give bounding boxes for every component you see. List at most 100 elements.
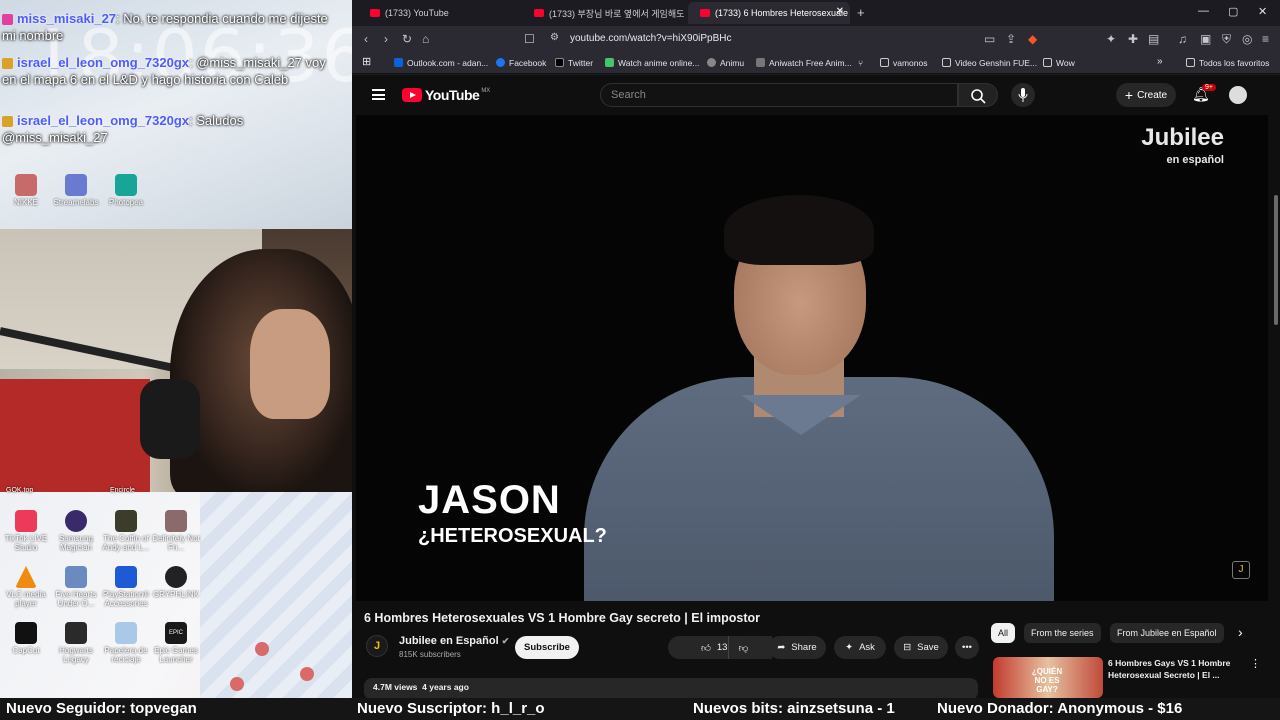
home-icon[interactable]: ⌂: [422, 32, 429, 46]
chip-all[interactable]: All: [991, 623, 1016, 643]
close-tab-icon[interactable]: ✕: [836, 6, 844, 17]
menu-icon[interactable]: ≡: [1262, 32, 1269, 46]
wallet-icon[interactable]: ▣: [1200, 32, 1211, 46]
search-icon: [971, 89, 986, 104]
browser-window: (1733) YouTube (1733) 부장님 바로 옆에서 게임해도 (1…: [352, 0, 1280, 698]
cast-icon[interactable]: ▭: [984, 32, 995, 46]
vpn-icon[interactable]: ⛨: [1222, 32, 1231, 47]
stream-overlay: 18:06:36 miss_misaki_27: No, te respondi…: [0, 0, 352, 698]
youtube-logo[interactable]: YouTube MX: [402, 87, 490, 103]
folder-icon: [942, 58, 951, 67]
apps-grid-icon[interactable]: ⊞: [362, 55, 371, 68]
sparkle-icon: ✦: [845, 642, 854, 653]
extension-icon[interactable]: ✦: [1106, 32, 1116, 46]
chip-from-series[interactable]: From the series: [1024, 623, 1101, 643]
ticker-follower: Nuevo Seguidor: topvegan: [6, 700, 197, 717]
maximize-button[interactable]: ▢: [1228, 5, 1238, 18]
bookmark-outlook[interactable]: Outlook.com - adan...: [394, 58, 488, 68]
desktop-icon-vlc[interactable]: VLC media player: [0, 566, 52, 608]
channel-avatar[interactable]: J: [366, 635, 388, 657]
scrollbar[interactable]: [1274, 195, 1278, 325]
bookmark-facebook[interactable]: Facebook: [496, 58, 546, 68]
create-button[interactable]: + Create: [1116, 83, 1176, 107]
hamburger-menu-icon[interactable]: [372, 89, 385, 100]
share-button[interactable]: ➦ Share: [768, 636, 826, 659]
ask-button[interactable]: ✦ Ask: [834, 636, 886, 659]
save-button[interactable]: ⊟ Save: [894, 636, 948, 659]
tab-korean-video[interactable]: (1733) 부장님 바로 옆에서 게임해도: [522, 2, 688, 24]
music-icon[interactable]: ♫: [1178, 32, 1187, 46]
sidebar-icon[interactable]: ▤: [1148, 32, 1159, 46]
alerts-ticker: Nuevo Seguidor: topvegan Nuevo Suscripto…: [0, 698, 1280, 720]
bookmark-animu[interactable]: Animu: [707, 58, 744, 68]
tab-youtube-home[interactable]: (1733) YouTube: [358, 2, 520, 24]
bookmark-folder-wow[interactable]: Wow: [1043, 58, 1075, 68]
chip-from-channel[interactable]: From Jubilee en Español: [1110, 623, 1224, 643]
search-button[interactable]: [958, 83, 998, 107]
bookmark-aniwatch[interactable]: Aniwatch Free Anim...: [756, 58, 852, 68]
recommended-title[interactable]: 6 Hombres Gays VS 1 Hombre Heterosexual …: [1108, 657, 1248, 681]
desktop-icon-tiktok-live[interactable]: TikTok LIVE Studio: [0, 510, 52, 552]
chevron-right-icon[interactable]: ›: [1238, 624, 1243, 640]
desktop-icon-capcut[interactable]: CapCut: [0, 622, 52, 655]
bookmark-twitter[interactable]: Twitter: [555, 58, 593, 68]
more-actions-button[interactable]: •••: [955, 636, 979, 659]
channel-branding-icon[interactable]: J: [1232, 561, 1250, 579]
account-avatar[interactable]: [1229, 86, 1247, 104]
outlook-icon: [394, 58, 403, 67]
bookmark-icon[interactable]: ☐: [524, 32, 535, 46]
back-icon[interactable]: ‹: [364, 32, 368, 46]
webcam-feed: [0, 229, 352, 492]
voice-search-button[interactable]: [1011, 83, 1035, 107]
reload-icon[interactable]: ↻: [402, 32, 412, 46]
bookmark-all-favorites[interactable]: Todos los favoritos: [1186, 58, 1269, 68]
tab-current-video[interactable]: (1733) 6 Hombres Heterosexuale ✕: [688, 2, 850, 24]
navigation-toolbar: ‹ › ↻ ⌂ ☐ ⚙ youtube.com/watch?v=hiX90iPp…: [352, 26, 1280, 52]
minimize-button[interactable]: —: [1198, 5, 1209, 17]
bookmark-folder-genshin[interactable]: Video Genshin FUE...: [942, 58, 1037, 68]
desktop-icon-five-hearts[interactable]: Five Hearts Under O...: [50, 566, 102, 608]
puzzle-icon[interactable]: ✚: [1128, 32, 1138, 46]
close-window-button[interactable]: ✕: [1258, 5, 1267, 18]
desktop-icon-recycle-bin[interactable]: Papelera de reciclaje: [100, 622, 152, 664]
desktop-icon-playstation[interactable]: PlayStation® Accessories: [100, 566, 152, 608]
folder-icon: [880, 58, 889, 67]
bookmark-watch-anime[interactable]: Watch anime online...: [605, 58, 699, 68]
search-input[interactable]: Search: [600, 83, 958, 107]
channel-name[interactable]: Jubilee en Español ✔: [399, 635, 509, 647]
channel-watermark: Jubilee en español: [1141, 124, 1224, 167]
site-info-icon[interactable]: ⚙: [550, 32, 559, 43]
ticker-donation: Nuevo Donador: Anonymous - $16: [937, 700, 1183, 717]
subscribe-button[interactable]: Subscribe: [515, 636, 579, 659]
desktop-icon-samsung-magician[interactable]: Samsung Magician: [50, 510, 102, 552]
address-bar[interactable]: youtube.com/watch?v=hiX90iPpBHc: [570, 33, 731, 44]
desktop-icon-gryphlink[interactable]: GRYPHLINK: [150, 566, 202, 599]
more-vertical-icon[interactable]: ⋮: [1250, 657, 1261, 670]
epic-games-icon: EPIC: [165, 622, 187, 644]
desktop-icon-photopea[interactable]: Photopea: [100, 174, 152, 207]
desktop-icon-coffin[interactable]: The Coffin of Andy and L...: [100, 510, 152, 552]
desktop-icon-epic-games[interactable]: EPIC Epic Games Launcher: [150, 622, 202, 664]
hogwarts-icon: [65, 622, 87, 644]
brave-shield-icon[interactable]: ◆: [1028, 32, 1037, 46]
desktop-icon-definitely[interactable]: Definitely Not Fri...: [150, 510, 202, 552]
desktop-icon-streamelabs[interactable]: Streamelabs: [50, 174, 102, 207]
leo-icon[interactable]: ◎: [1242, 32, 1252, 46]
share-icon[interactable]: ⇪: [1006, 32, 1016, 46]
desktop-icon-nikke[interactable]: NIKKE: [0, 174, 52, 207]
desktop-icon-hogwarts[interactable]: Hogwarts Legacy: [50, 622, 102, 664]
recommended-thumbnail[interactable]: ¿QUIÉN NO ES GAY?: [993, 657, 1103, 698]
ticker-bits: Nuevos bits: ainzsetsuna - 1: [693, 700, 895, 717]
dislike-button[interactable]: 👎︎: [728, 636, 758, 659]
forward-icon[interactable]: ›: [384, 32, 388, 46]
video-player[interactable]: Jubilee en español JASON ¿HETEROSEXUAL? J: [356, 115, 1268, 601]
more-bookmarks-icon[interactable]: »: [1157, 56, 1163, 67]
plus-icon: +: [1124, 87, 1134, 103]
capcut-icon: [15, 622, 37, 644]
verified-check-icon: ✔: [501, 636, 510, 646]
folder-icon: [1186, 58, 1195, 67]
description-box[interactable]: 4.7M views 4 years ago: [364, 678, 978, 698]
bookmark-misc-icon[interactable]: ⑂: [858, 58, 863, 68]
bookmark-folder-vamonos[interactable]: vamonos: [880, 58, 928, 68]
new-tab-button[interactable]: +: [857, 5, 865, 20]
